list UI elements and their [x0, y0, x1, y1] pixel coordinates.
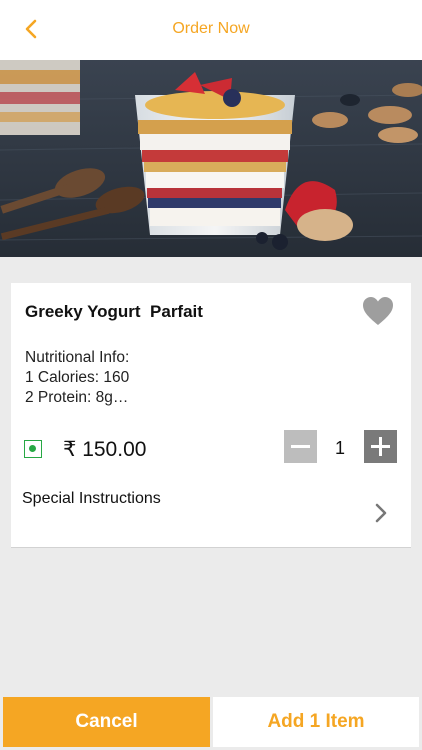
item-price: ₹ 150.00 [63, 438, 147, 461]
cancel-button[interactable]: Cancel [3, 697, 210, 747]
food-photo [0, 60, 422, 257]
heart-icon[interactable] [361, 295, 395, 327]
nutrition-info: Nutritional Info: 1 Calories: 160 2 Prot… [25, 348, 129, 408]
quantity-value: 1 [334, 438, 345, 458]
chevron-right-icon [375, 503, 387, 523]
nutrition-line: 2 Protein: 8g… [25, 389, 129, 406]
add-item-button[interactable]: Add 1 Item [213, 697, 419, 747]
item-name: Greeky Yogurt Parfait [25, 302, 203, 321]
special-instructions-row[interactable]: Special Instructions [11, 478, 411, 533]
decrease-quantity-button[interactable] [284, 430, 317, 463]
veg-indicator-icon [24, 440, 42, 458]
nutrition-line: 1 Calories: 160 [25, 369, 130, 386]
page-title: Order Now [172, 20, 250, 37]
item-card: Greeky Yogurt Parfait Nutritional Info: … [11, 283, 411, 548]
top-bar: Order Now [0, 0, 422, 60]
nutrition-title: Nutritional Info: [25, 349, 130, 366]
special-instructions-label: Special Instructions [22, 490, 161, 507]
increase-quantity-button[interactable] [364, 430, 397, 463]
bottom-action-bar: Cancel Add 1 Item [0, 697, 422, 750]
